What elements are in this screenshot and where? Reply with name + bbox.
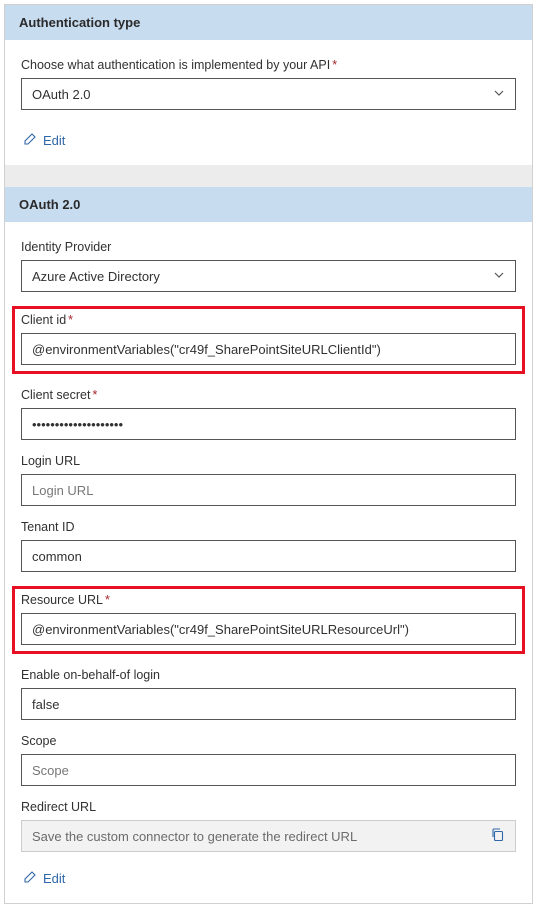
auth-type-select[interactable]: OAuth 2.0: [21, 78, 516, 110]
chevron-down-icon: [493, 269, 505, 284]
auth-edit-button[interactable]: Edit: [23, 132, 65, 149]
edit-icon: [23, 870, 37, 887]
required-marker: *: [92, 388, 97, 402]
enable-obo-label: Enable on-behalf-of login: [21, 668, 516, 682]
client-id-highlight: Client id*: [12, 306, 525, 374]
form-container: Authentication type Choose what authenti…: [4, 4, 533, 904]
client-secret-field: Client secret*: [21, 388, 516, 440]
auth-type-field: Choose what authentication is implemente…: [21, 58, 516, 110]
oauth-edit-label: Edit: [43, 871, 65, 886]
required-marker: *: [332, 58, 337, 72]
resource-url-input[interactable]: [32, 622, 505, 637]
enable-obo-input-wrap: [21, 688, 516, 720]
enable-obo-input[interactable]: [32, 697, 505, 712]
resource-url-highlight: Resource URL*: [12, 586, 525, 654]
required-marker: *: [105, 593, 110, 607]
identity-provider-label: Identity Provider: [21, 240, 516, 254]
tenant-id-field: Tenant ID: [21, 520, 516, 572]
tenant-id-input-wrap: [21, 540, 516, 572]
tenant-id-input[interactable]: [32, 549, 505, 564]
auth-type-body: Choose what authentication is implemente…: [5, 40, 532, 165]
resource-url-input-wrap: [21, 613, 516, 645]
auth-type-header-label: Authentication type: [19, 15, 140, 30]
login-url-label: Login URL: [21, 454, 516, 468]
client-secret-label: Client secret*: [21, 388, 516, 402]
copy-icon[interactable]: [490, 827, 505, 845]
identity-provider-select[interactable]: Azure Active Directory: [21, 260, 516, 292]
auth-type-label: Choose what authentication is implemente…: [21, 58, 516, 72]
client-id-field: Client id*: [21, 313, 516, 365]
login-url-input[interactable]: [32, 483, 505, 498]
section-spacer: [5, 165, 532, 187]
redirect-url-box: Save the custom connector to generate th…: [21, 820, 516, 852]
redirect-url-field: Redirect URL Save the custom connector t…: [21, 800, 516, 852]
resource-url-field: Resource URL*: [21, 593, 516, 645]
login-url-field: Login URL: [21, 454, 516, 506]
scope-label: Scope: [21, 734, 516, 748]
tenant-id-label: Tenant ID: [21, 520, 516, 534]
chevron-down-icon: [493, 87, 505, 102]
oauth-header-label: OAuth 2.0: [19, 197, 80, 212]
auth-type-header: Authentication type: [5, 5, 532, 40]
client-secret-input-wrap: [21, 408, 516, 440]
enable-obo-field: Enable on-behalf-of login: [21, 668, 516, 720]
client-secret-input[interactable]: [32, 417, 505, 432]
scope-input[interactable]: [32, 763, 505, 778]
auth-type-value: OAuth 2.0: [32, 87, 91, 102]
resource-url-label: Resource URL*: [21, 593, 516, 607]
edit-icon: [23, 132, 37, 149]
identity-provider-value: Azure Active Directory: [32, 269, 160, 284]
scope-input-wrap: [21, 754, 516, 786]
oauth-edit-button[interactable]: Edit: [23, 870, 65, 887]
redirect-url-placeholder: Save the custom connector to generate th…: [32, 829, 482, 844]
scope-field: Scope: [21, 734, 516, 786]
redirect-url-label: Redirect URL: [21, 800, 516, 814]
login-url-input-wrap: [21, 474, 516, 506]
client-id-input[interactable]: [32, 342, 505, 357]
auth-edit-label: Edit: [43, 133, 65, 148]
client-id-label: Client id*: [21, 313, 516, 327]
oauth-body: Identity Provider Azure Active Directory…: [5, 222, 532, 903]
identity-provider-field: Identity Provider Azure Active Directory: [21, 240, 516, 292]
required-marker: *: [68, 313, 73, 327]
oauth-header: OAuth 2.0: [5, 187, 532, 222]
client-id-input-wrap: [21, 333, 516, 365]
